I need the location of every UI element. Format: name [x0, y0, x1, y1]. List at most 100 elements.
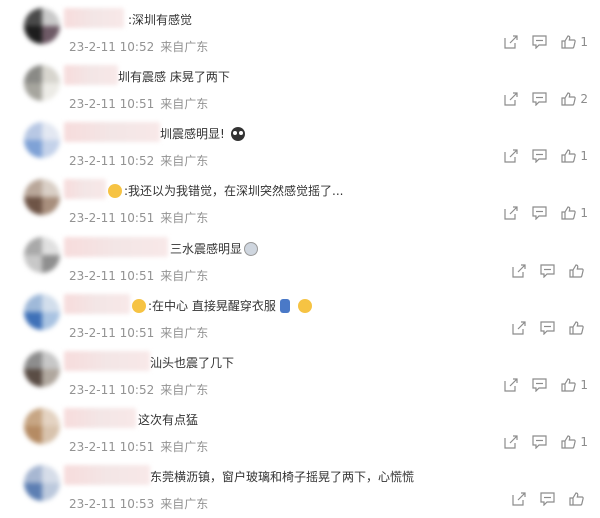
avatar[interactable] [24, 65, 60, 101]
comment-time: 23-2-11 10:51 [69, 269, 155, 283]
comment-meta: 23-2-11 10:51 来自广东 [69, 209, 208, 226]
share-icon [504, 435, 518, 449]
share-button[interactable] [504, 92, 518, 106]
comment-item: 圳有震感 床晃了两下 23-2-11 10:51 来自广东 2 [0, 61, 600, 118]
thumbs-up-icon [569, 264, 584, 278]
like-button[interactable]: 1 [561, 435, 588, 449]
comment-item: 这次有点猛 23-2-11 10:51 来自广东 1 [0, 404, 600, 461]
avatar[interactable] [24, 465, 60, 501]
comment-item: 圳震感明显! 23-2-11 10:52 来自广东 1 [0, 118, 600, 175]
like-button[interactable]: 1 [561, 378, 588, 392]
avatar[interactable] [24, 122, 60, 158]
username-blurred[interactable] [64, 8, 124, 28]
avatar[interactable] [24, 237, 60, 273]
share-button[interactable] [504, 378, 518, 392]
comment-text: :我还以为我错觉，在深圳突然感觉摇了... [108, 182, 344, 199]
thumbs-up-icon [561, 149, 577, 163]
share-button[interactable] [504, 149, 518, 163]
username-blurred[interactable] [64, 408, 136, 428]
comment-icon [540, 321, 555, 335]
like-button[interactable]: 2 [561, 92, 588, 106]
reply-button[interactable] [532, 35, 547, 49]
comment-item: :我还以为我错觉，在深圳突然感觉摇了... 23-2-11 10:51 来自广东 … [0, 175, 600, 232]
comment-time: 23-2-11 10:52 [69, 383, 155, 397]
comment-icon [540, 264, 555, 278]
like-button[interactable] [569, 492, 588, 506]
reply-button[interactable] [540, 492, 555, 506]
share-button[interactable] [512, 492, 526, 506]
comment-icon [532, 92, 547, 106]
like-button[interactable]: 1 [561, 35, 588, 49]
comment-actions [512, 492, 588, 506]
avatar[interactable] [24, 294, 60, 330]
comment-icon [532, 378, 547, 392]
comment-item: :深圳有感觉 23-2-11 10:52 来自广东 1 [0, 4, 600, 61]
comment-time: 23-2-11 10:51 [69, 97, 155, 111]
like-button[interactable] [569, 264, 588, 278]
username-blurred[interactable] [64, 294, 130, 314]
like-button[interactable]: 1 [561, 206, 588, 220]
username-blurred[interactable] [64, 351, 150, 371]
comment-meta: 23-2-11 10:52 来自广东 [69, 38, 208, 55]
comment-meta: 23-2-11 10:51 来自广东 [69, 95, 208, 112]
like-button[interactable] [569, 321, 588, 335]
clothes-icon [279, 298, 290, 313]
share-button[interactable] [504, 435, 518, 449]
thumbs-up-icon [561, 92, 577, 106]
comment-item: 汕头也震了几下 23-2-11 10:52 来自广东 1 [0, 347, 600, 404]
avatar[interactable] [24, 179, 60, 215]
comment-location: 来自广东 [160, 97, 209, 111]
avatar[interactable] [24, 408, 60, 444]
cool-face-icon [108, 183, 122, 198]
share-button[interactable] [512, 264, 526, 278]
reply-button[interactable] [532, 149, 547, 163]
reply-button[interactable] [532, 435, 547, 449]
like-button[interactable]: 1 [561, 149, 588, 163]
like-count: 1 [580, 35, 588, 49]
share-button[interactable] [504, 206, 518, 220]
reply-button[interactable] [532, 92, 547, 106]
thumbs-up-icon [569, 492, 584, 506]
tired-face-icon [297, 298, 312, 313]
comment-text: 圳有震感 床晃了两下 [118, 70, 230, 84]
comment-meta: 23-2-11 10:53 来自广东 [69, 495, 208, 512]
comment-actions: 1 [504, 206, 588, 220]
username-blurred[interactable] [64, 122, 160, 142]
share-icon [504, 35, 518, 49]
username-blurred[interactable] [64, 179, 106, 199]
thumbs-up-icon [561, 206, 577, 220]
comment-time: 23-2-11 10:51 [69, 211, 155, 225]
share-icon [504, 378, 518, 392]
comment-text: :在中心 直接晃醒穿衣服 [132, 297, 312, 314]
comment-icon [540, 492, 555, 506]
reply-button[interactable] [540, 321, 555, 335]
comment-location: 来自广东 [160, 497, 209, 511]
comment-actions: 1 [504, 435, 588, 449]
avatar[interactable] [24, 351, 60, 387]
comment-text: :深圳有感觉 [128, 13, 193, 27]
comment-location: 来自广东 [160, 326, 209, 340]
comment-icon [532, 149, 547, 163]
comment-text: 东莞横沥镇，窗户玻璃和椅子摇晃了两下，心慌慌 [150, 470, 415, 484]
reply-button[interactable] [532, 206, 547, 220]
share-icon [504, 206, 518, 220]
comment-location: 来自广东 [160, 383, 209, 397]
thumbs-up-icon [561, 435, 577, 449]
comment-meta: 23-2-11 10:51 来自广东 [69, 267, 208, 284]
username-blurred[interactable] [64, 65, 118, 85]
share-button[interactable] [512, 321, 526, 335]
comment-location: 来自广东 [160, 154, 209, 168]
thumbs-up-icon [569, 321, 584, 335]
username-blurred[interactable] [64, 237, 168, 257]
reply-button[interactable] [540, 264, 555, 278]
thumbs-up-icon [561, 378, 577, 392]
username-blurred[interactable] [64, 465, 150, 485]
avatar[interactable] [24, 8, 60, 44]
reply-button[interactable] [532, 378, 547, 392]
share-button[interactable] [504, 35, 518, 49]
comment-meta: 23-2-11 10:52 来自广东 [69, 381, 208, 398]
comment-actions [512, 264, 588, 278]
share-icon [504, 92, 518, 106]
comment-time: 23-2-11 10:51 [69, 326, 155, 340]
comment-location: 来自广东 [160, 440, 209, 454]
